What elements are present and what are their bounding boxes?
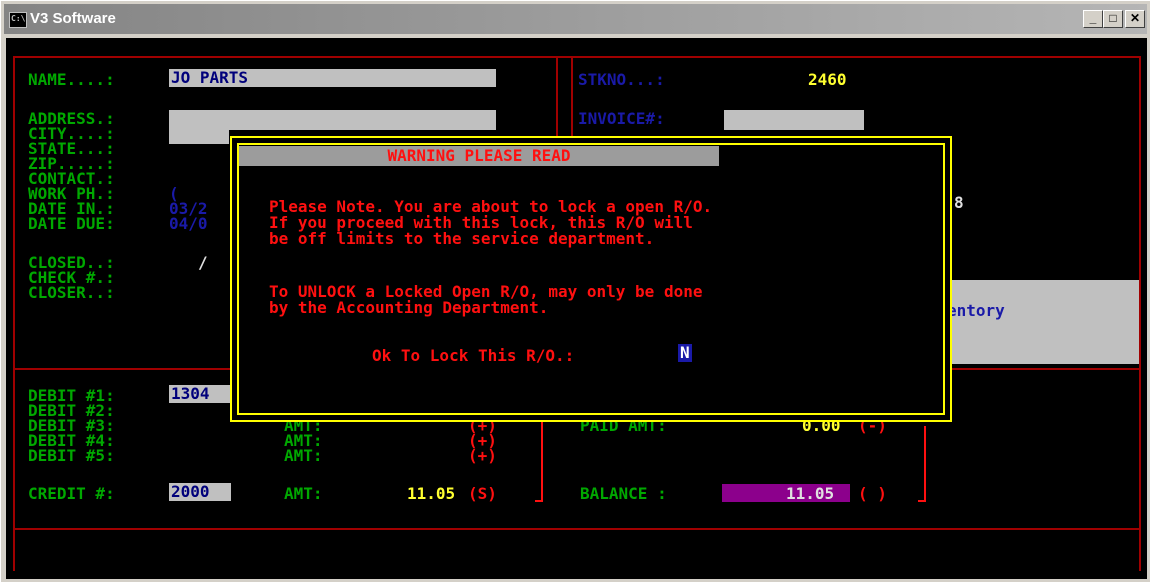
frame-divider-upper-2 <box>571 56 573 146</box>
frame-left-line <box>13 56 15 571</box>
paid-bracket-foot <box>918 500 926 502</box>
frame-right-line <box>1139 56 1141 571</box>
label-closer: CLOSER..: <box>28 283 115 302</box>
credit-value: 2000 <box>171 482 210 501</box>
label-date-due: DATE DUE: <box>28 214 115 233</box>
console-icon[interactable]: C:\ <box>9 12 27 28</box>
dialog-line-5: by the Accounting Department. <box>269 298 549 317</box>
dialog-prompt: Ok To Lock This R/O.: <box>372 346 575 365</box>
credit-amt-value[interactable]: 11.05 <box>407 486 455 502</box>
amt-bracket-foot <box>535 500 543 502</box>
app-window: C:\ V3 Software _ □ ✕ NAME....: ADDRESS.… <box>0 0 1151 583</box>
close-button[interactable]: ✕ <box>1125 10 1145 28</box>
dialog-line-2: If you proceed with this lock, this R/O … <box>269 213 693 232</box>
balance-sign: ( ) <box>858 484 887 503</box>
invoice-field[interactable] <box>724 110 864 130</box>
dialog-inner-border <box>237 143 945 415</box>
debit-1-value: 1304 <box>171 384 210 403</box>
frame-corner-left <box>13 548 15 568</box>
frame-top-line <box>13 56 1141 58</box>
label-credit: CREDIT #: <box>28 484 115 503</box>
label-invoice: INVOICE#: <box>578 109 665 128</box>
contact-edge-value: 8 <box>954 193 964 212</box>
name-value: JO PARTS <box>171 68 249 87</box>
inventory-text: entory <box>947 301 1005 320</box>
city-field[interactable] <box>169 130 229 144</box>
address-field[interactable] <box>169 110 496 130</box>
title-bar[interactable]: C:\ V3 Software _ □ ✕ <box>4 4 1147 34</box>
label-stkno: STKNO...: <box>578 70 665 89</box>
minimize-button[interactable]: _ <box>1083 10 1103 28</box>
inventory-panel[interactable] <box>944 280 1139 364</box>
warning-dialog: WARNING PLEASE READ Please Note. You are… <box>230 136 952 422</box>
dialog-header: WARNING PLEASE READ <box>239 146 719 166</box>
label-amt-5: AMT: <box>284 446 323 465</box>
stkno-value[interactable]: 2460 <box>808 72 847 88</box>
debit-5-sign: (+) <box>468 446 497 465</box>
label-amt-credit: AMT: <box>284 484 323 503</box>
dialog-line-1: Please Note. You are about to lock a ope… <box>269 197 713 216</box>
maximize-button[interactable]: □ <box>1103 10 1123 28</box>
credit-sign: (S) <box>468 484 497 503</box>
console-icon-text: C:\ <box>11 14 26 23</box>
lock-answer-input[interactable]: N <box>678 344 692 362</box>
console-screen[interactable]: NAME....: ADDRESS.: CITY....: STATE...: … <box>6 38 1147 579</box>
paid-bracket-line <box>924 426 926 502</box>
frame-bottom-line <box>13 528 1141 530</box>
label-balance: BALANCE : <box>580 484 667 503</box>
label-name: NAME....: <box>28 70 115 89</box>
dialog-line-4: To UNLOCK a Locked Open R/O, may only be… <box>269 282 703 301</box>
date-due-value[interactable]: 04/0 <box>169 216 208 232</box>
label-debit-5: DEBIT #5: <box>28 446 115 465</box>
closed-value[interactable]: / <box>198 255 208 271</box>
window-title: V3 Software <box>30 10 116 27</box>
balance-value: 11.05 <box>786 484 835 503</box>
dialog-line-3: be off limits to the service department. <box>269 229 655 248</box>
frame-divider-upper <box>556 56 558 146</box>
